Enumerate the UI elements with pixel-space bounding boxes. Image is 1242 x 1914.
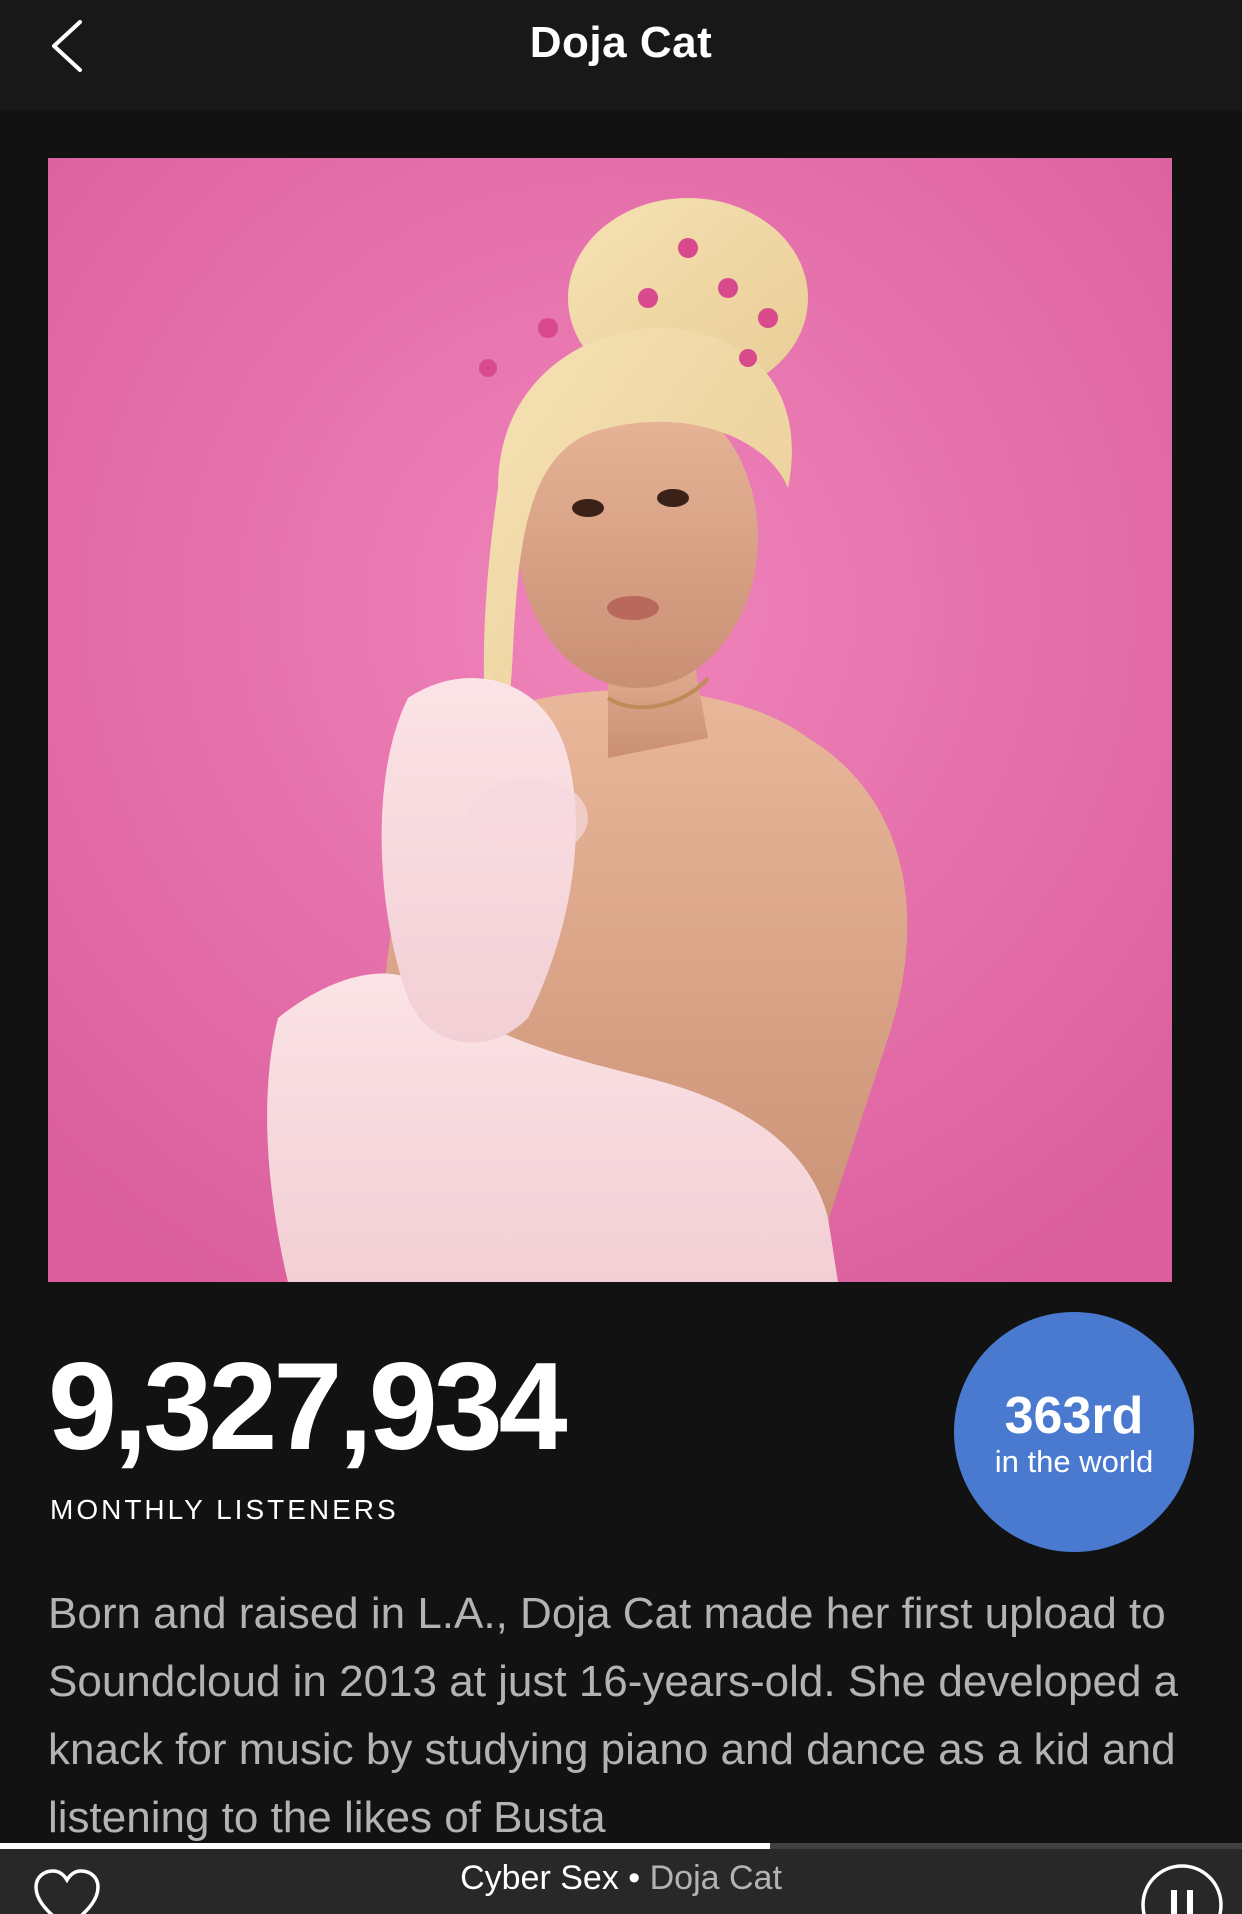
monthly-listeners-count: 9,327,934 bbox=[48, 1338, 568, 1476]
now-playing-track: Cyber Sex bbox=[460, 1859, 619, 1897]
artist-photo bbox=[48, 158, 1172, 1282]
now-playing-artist: Doja Cat bbox=[649, 1859, 782, 1897]
page-title: Doja Cat bbox=[529, 18, 713, 67]
artist-bio[interactable]: Born and raised in L.A., Doja Cat made h… bbox=[48, 1580, 1198, 1846]
now-playing-info[interactable]: Cyber Sex • Doja Cat bbox=[0, 1859, 1242, 1898]
now-playing-bar[interactable]: Cyber Sex • Doja Cat bbox=[0, 1849, 1242, 1914]
now-playing-separator: • bbox=[618, 1859, 650, 1897]
pause-button[interactable] bbox=[1140, 1863, 1224, 1914]
artist-portrait-illustration bbox=[48, 158, 1172, 1282]
world-rank-badge: 363rd in the world bbox=[954, 1312, 1194, 1552]
top-bar: Doja Cat bbox=[0, 0, 1242, 110]
world-rank-caption: in the world bbox=[994, 1444, 1154, 1479]
pause-icon bbox=[1141, 1864, 1223, 1914]
monthly-listeners-label: MONTHLY LISTENERS bbox=[50, 1494, 399, 1525]
world-rank-value: 363rd bbox=[1004, 1387, 1144, 1445]
